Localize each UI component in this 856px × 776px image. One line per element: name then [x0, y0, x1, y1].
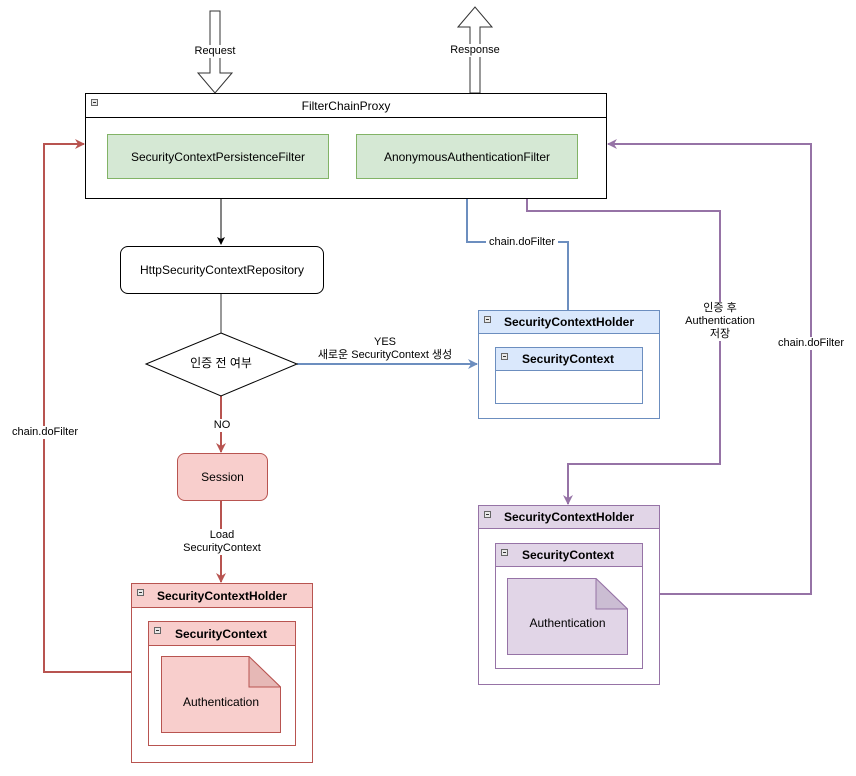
load-edge-label: Load SecurityContext	[178, 529, 266, 555]
http-security-context-repository[interactable]: HttpSecurityContextRepository	[120, 246, 324, 294]
purple-chain-label: chain.doFilter	[776, 337, 846, 350]
anonymous-authentication-filter[interactable]: AnonymousAuthenticationFilter	[356, 134, 578, 179]
holder-title: SecurityContextHolder	[504, 315, 635, 329]
holder-title: SecurityContextHolder	[157, 588, 288, 603]
security-context-persistence-filter[interactable]: SecurityContextPersistenceFilter	[107, 134, 329, 179]
collapse-icon[interactable]	[484, 316, 491, 323]
filter-label: AnonymousAuthenticationFilter	[383, 149, 551, 164]
blue-chain-label: chain.doFilter	[486, 236, 558, 249]
edge-red-chain	[43, 139, 131, 673]
filter-chain-proxy-title: FilterChainProxy	[301, 98, 391, 113]
response-label: Response	[449, 44, 501, 57]
holder-header: SecurityContextHolder	[132, 584, 312, 608]
context-title: SecurityContext	[522, 548, 615, 562]
purple-store-label: 인증 후 Authentication 저장	[680, 302, 760, 341]
filter-chain-proxy: FilterChainProxy SecurityContextPersiste…	[85, 93, 607, 199]
yes-label: YES	[373, 336, 396, 348]
security-context[interactable]: SecurityContext	[495, 347, 643, 404]
security-context[interactable]: SecurityContext Authentication	[495, 543, 643, 669]
collapse-icon[interactable]	[137, 589, 144, 596]
session-node[interactable]: Session	[177, 453, 268, 501]
context-title: SecurityContext	[175, 626, 268, 641]
no-edge-label: NO	[211, 419, 233, 432]
collapse-icon[interactable]	[501, 549, 508, 556]
holder-header: SecurityContextHolder	[479, 506, 659, 529]
yes-edge-label: YES 새로운 SecurityContext 생성	[310, 336, 460, 362]
load-label: Load	[209, 529, 235, 541]
after-auth-label: 인증 후	[703, 302, 737, 314]
context-title: SecurityContext	[522, 352, 615, 366]
authentication-label: Authentication	[529, 616, 606, 630]
red-chain-label: chain.doFilter	[10, 426, 80, 439]
security-context-holder-stored[interactable]: SecurityContextHolder SecurityContext Au…	[478, 505, 660, 685]
authentication-label: Authentication	[685, 315, 755, 327]
holder-header: SecurityContextHolder	[479, 311, 659, 334]
store-label: 저장	[709, 328, 731, 340]
session-label: Session	[201, 470, 244, 484]
collapse-icon[interactable]	[484, 511, 491, 518]
security-context[interactable]: SecurityContext Authentication	[148, 621, 296, 746]
collapse-icon[interactable]	[501, 353, 508, 360]
filter-chain-proxy-header: FilterChainProxy	[86, 94, 606, 118]
security-context-label: SecurityContext	[183, 542, 261, 554]
security-context-holder-new[interactable]: SecurityContextHolder SecurityContext	[478, 310, 660, 419]
holder-title: SecurityContextHolder	[504, 510, 635, 524]
filter-label: SecurityContextPersistenceFilter	[130, 149, 306, 164]
context-header: SecurityContext	[496, 544, 642, 567]
collapse-icon[interactable]	[154, 627, 161, 634]
authentication-label: Authentication	[182, 695, 260, 709]
request-label: Request	[193, 45, 237, 58]
security-context-holder-loaded[interactable]: SecurityContextHolder SecurityContext Au…	[131, 583, 313, 763]
repository-label: HttpSecurityContextRepository	[139, 263, 305, 277]
context-header: SecurityContext	[496, 348, 642, 371]
decision-label: 인증 전 여부	[190, 356, 252, 370]
context-header: SecurityContext	[149, 622, 295, 646]
new-context-label: 새로운 SecurityContext 생성	[317, 349, 453, 361]
collapse-icon[interactable]	[91, 99, 98, 106]
